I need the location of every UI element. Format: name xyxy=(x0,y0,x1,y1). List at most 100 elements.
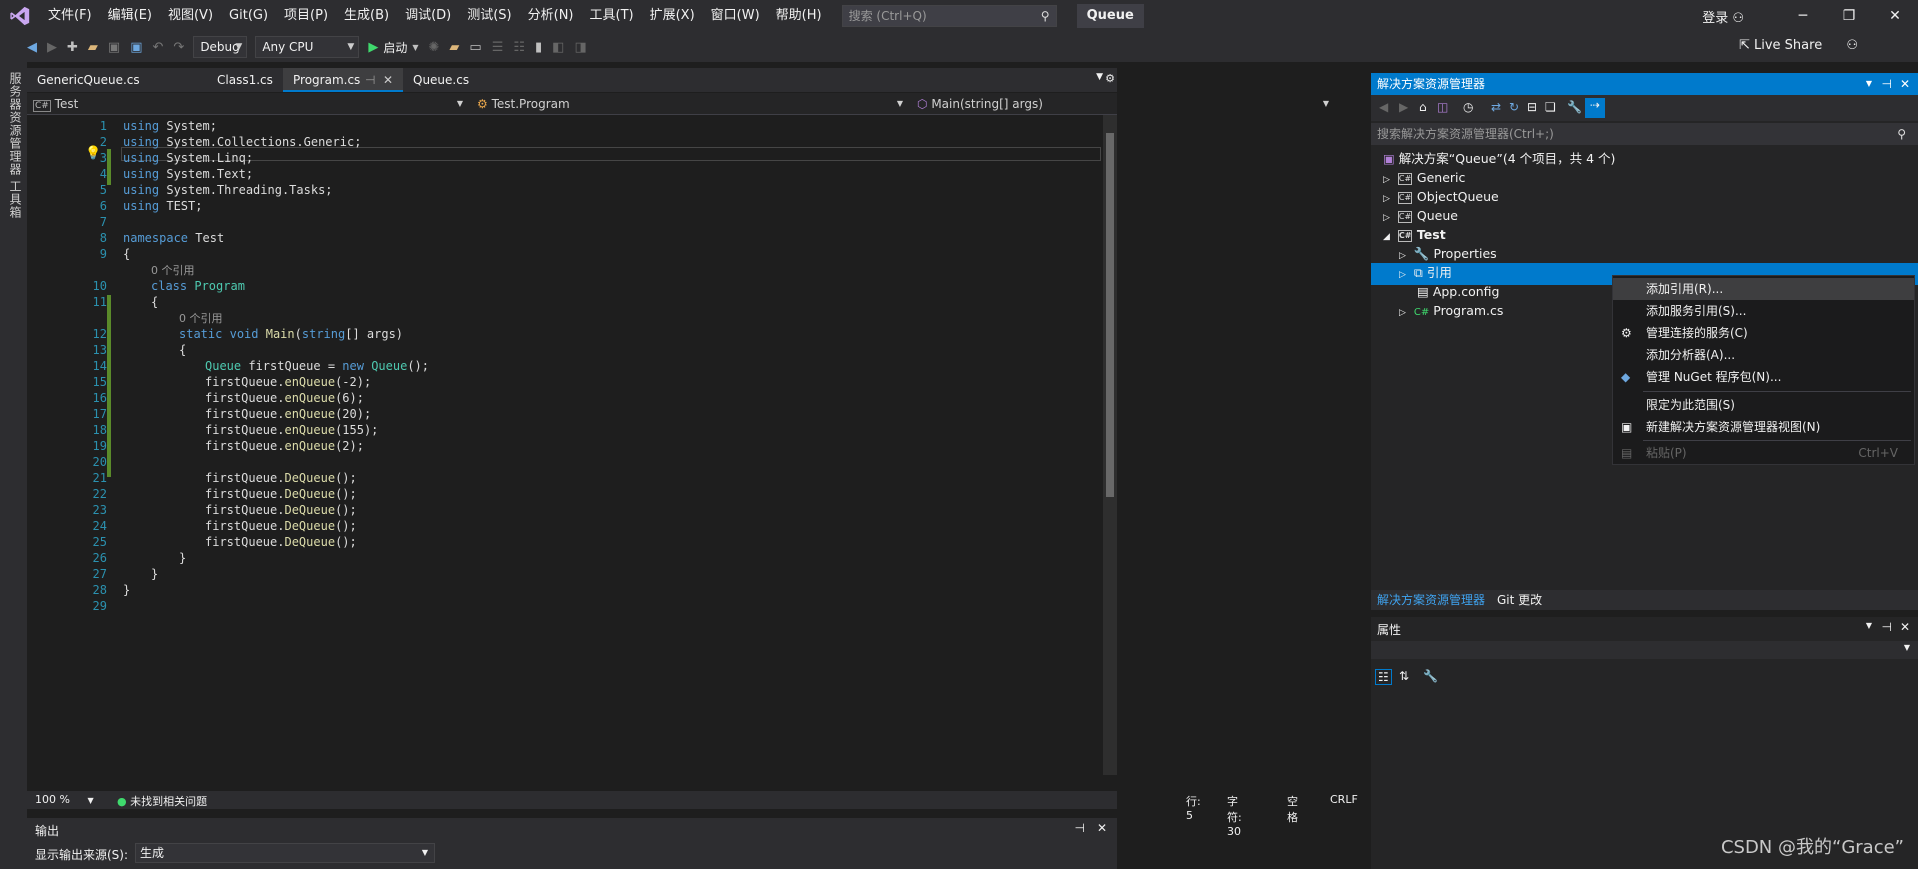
indent-icon[interactable]: ☰ xyxy=(492,40,504,55)
settings-gear-icon[interactable]: ⚙ xyxy=(1105,72,1115,85)
history-icon[interactable]: ◷ xyxy=(1463,100,1473,114)
expand-arrow-icon[interactable]: ▷ xyxy=(1399,308,1406,318)
solution-search-input[interactable]: 搜索解决方案资源管理器(Ctrl+;) ⚲ xyxy=(1371,123,1918,145)
folder-icon[interactable]: ▰ xyxy=(449,40,459,55)
expand-arrow-icon[interactable]: ▷ xyxy=(1399,251,1406,261)
editor-vertical-scrollbar[interactable] xyxy=(1103,115,1117,775)
show-all-files-icon[interactable]: ❏ xyxy=(1545,100,1556,114)
menu-git[interactable]: Git(G) xyxy=(221,0,276,32)
pin-icon[interactable]: ⊣ xyxy=(1882,620,1892,634)
screenshot-icon[interactable]: ▭ xyxy=(469,40,481,55)
tree-node-program[interactable]: ▷ C# Program.cs xyxy=(1399,301,1503,323)
menu-window[interactable]: 窗口(W) xyxy=(703,0,768,32)
toolbox-tab[interactable]: 工具箱 xyxy=(7,180,24,219)
line-indicator[interactable]: 行: 5 xyxy=(1186,793,1201,822)
pin-icon[interactable]: ⊣ xyxy=(365,68,375,92)
close-window-button[interactable]: ✕ xyxy=(1872,8,1918,24)
login-button[interactable]: 登录 ⚇ xyxy=(1702,7,1744,26)
collapse-all-icon[interactable]: ⊟ xyxy=(1527,100,1537,114)
menu-file[interactable]: 文件(F) xyxy=(40,0,100,32)
scrollbar-thumb[interactable] xyxy=(1106,133,1114,497)
feedback-icon[interactable]: ⚇ xyxy=(1846,38,1858,53)
whitespace-indicator[interactable]: 空格 xyxy=(1287,793,1298,825)
tab-program[interactable]: Program.cs ⊣ ✕ xyxy=(283,68,403,92)
expand-arrow-icon[interactable]: ▷ xyxy=(1383,175,1390,185)
home-icon[interactable]: ⌂ xyxy=(1419,100,1427,114)
expand-arrow-icon[interactable]: ▷ xyxy=(1399,270,1406,280)
output-source-select[interactable]: 生成 ▼ xyxy=(135,843,435,863)
tab-git-changes[interactable]: Git 更改 xyxy=(1497,590,1542,610)
expand-arrow-icon[interactable]: ▷ xyxy=(1383,213,1390,223)
codelens[interactable]: 0 个引用 xyxy=(151,262,195,278)
menu-view[interactable]: 视图(V) xyxy=(160,0,221,32)
attach-icon[interactable]: ✺ xyxy=(428,40,439,55)
menu-item-scope-to-this[interactable]: 限定为此范围(S) xyxy=(1613,394,1914,416)
menu-project[interactable]: 项目(P) xyxy=(276,0,336,32)
menu-build[interactable]: 生成(B) xyxy=(336,0,397,32)
back-icon[interactable]: ◀ xyxy=(27,40,37,55)
back-icon[interactable]: ◀ xyxy=(1379,100,1388,114)
save-all-icon[interactable]: ▣ xyxy=(130,40,142,55)
menu-tools[interactable]: 工具(T) xyxy=(582,0,642,32)
menu-debug[interactable]: 调试(D) xyxy=(397,0,459,32)
refresh-icon[interactable]: ↻ xyxy=(1509,100,1519,114)
pin-icon[interactable]: ⊣ xyxy=(1075,821,1085,835)
bookmark-next-icon[interactable]: ◨ xyxy=(574,40,586,55)
properties-object-select[interactable]: ▼ xyxy=(1371,641,1918,659)
dropdown-arrow-icon[interactable]: ▼ xyxy=(412,43,418,52)
chevron-down-icon[interactable]: ▼ xyxy=(1866,73,1872,95)
minimize-button[interactable]: ─ xyxy=(1780,8,1826,24)
live-share-button[interactable]: ⇱ Live Share ⚇ xyxy=(1739,38,1858,53)
chevron-down-icon[interactable]: ▼ xyxy=(1866,621,1872,630)
expand-arrow-icon[interactable]: ▷ xyxy=(1383,194,1390,204)
properties-wrench-icon[interactable]: 🔧 xyxy=(1567,100,1582,114)
configuration-select[interactable]: Debug ▼ xyxy=(193,36,248,58)
close-icon[interactable]: ✕ xyxy=(1900,73,1910,95)
solution-node[interactable]: ▣ 解决方案“Queue”(4 个项目，共 4 个) xyxy=(1383,149,1615,168)
property-pages-icon[interactable]: 🔧 xyxy=(1423,669,1438,683)
issues-indicator[interactable]: ● 未找到相关问题 xyxy=(117,793,207,809)
new-project-icon[interactable]: ✚ xyxy=(67,40,78,55)
close-icon[interactable]: ✕ xyxy=(1097,821,1107,835)
undo-icon[interactable]: ↶ xyxy=(153,40,164,55)
close-icon[interactable]: ✕ xyxy=(1900,620,1910,634)
codelens[interactable]: 0 个引用 xyxy=(179,310,223,326)
switch-views-icon[interactable]: ◫ xyxy=(1437,100,1448,114)
close-tab-icon[interactable]: ✕ xyxy=(383,68,393,92)
menu-item-paste[interactable]: ▤ 粘贴(P) Ctrl+V xyxy=(1613,442,1914,464)
server-explorer-tab[interactable]: 服务器资源管理器 xyxy=(7,72,24,176)
start-button-label[interactable]: 启动 xyxy=(383,39,407,56)
tab-overflow-icon[interactable]: ▼ xyxy=(1096,72,1103,82)
menu-analyze[interactable]: 分析(N) xyxy=(520,0,582,32)
menu-item-manage-connected-services[interactable]: ⚙ 管理连接的服务(C) xyxy=(1613,322,1914,344)
eol-indicator[interactable]: CRLF xyxy=(1330,793,1358,806)
menu-help[interactable]: 帮助(H) xyxy=(768,0,830,32)
restore-button[interactable]: ❐ xyxy=(1826,8,1872,24)
char-indicator[interactable]: 字符: 30 xyxy=(1227,793,1242,838)
visual-studio-logo-icon[interactable] xyxy=(0,0,40,32)
redo-icon[interactable]: ↷ xyxy=(173,40,184,55)
bookmark-prev-icon[interactable]: ◧ xyxy=(552,40,564,55)
search-input[interactable]: 搜索 (Ctrl+Q) ⚲ xyxy=(841,5,1057,27)
tab-solution-explorer[interactable]: 解决方案资源管理器 xyxy=(1377,590,1485,610)
collapse-arrow-icon[interactable]: ◢ xyxy=(1383,232,1390,242)
comment-icon[interactable]: ☷ xyxy=(513,40,525,55)
tab-genericqueue[interactable]: GenericQueue.cs xyxy=(27,68,177,92)
forward-icon[interactable]: ▶ xyxy=(47,40,57,55)
menu-edit[interactable]: 编辑(E) xyxy=(100,0,160,32)
tree-node-appconfig[interactable]: ▤ App.config xyxy=(1417,282,1499,301)
tab-queue[interactable]: Queue.cs xyxy=(403,68,513,92)
forward-icon[interactable]: ▶ xyxy=(1399,100,1408,114)
menu-extensions[interactable]: 扩展(X) xyxy=(642,0,703,32)
start-debug-icon[interactable]: ▶ xyxy=(368,40,378,55)
pin-icon[interactable]: ⊣ xyxy=(1882,73,1892,95)
sync-icon[interactable]: ⇄ xyxy=(1491,100,1501,114)
menu-item-add-analyzer[interactable]: 添加分析器(A)... xyxy=(1613,344,1914,366)
zoom-select[interactable]: 100 % ▼ xyxy=(35,793,94,806)
preview-icon[interactable]: ⇢ xyxy=(1585,98,1605,118)
open-file-icon[interactable]: ▰ xyxy=(88,40,98,55)
menu-test[interactable]: 测试(S) xyxy=(459,0,519,32)
save-icon[interactable]: ▣ xyxy=(108,40,120,55)
menu-item-add-service-reference[interactable]: 添加服务引用(S)... xyxy=(1613,300,1914,322)
class-dropdown[interactable]: ⚙ Test.Program ▼ xyxy=(473,95,909,113)
